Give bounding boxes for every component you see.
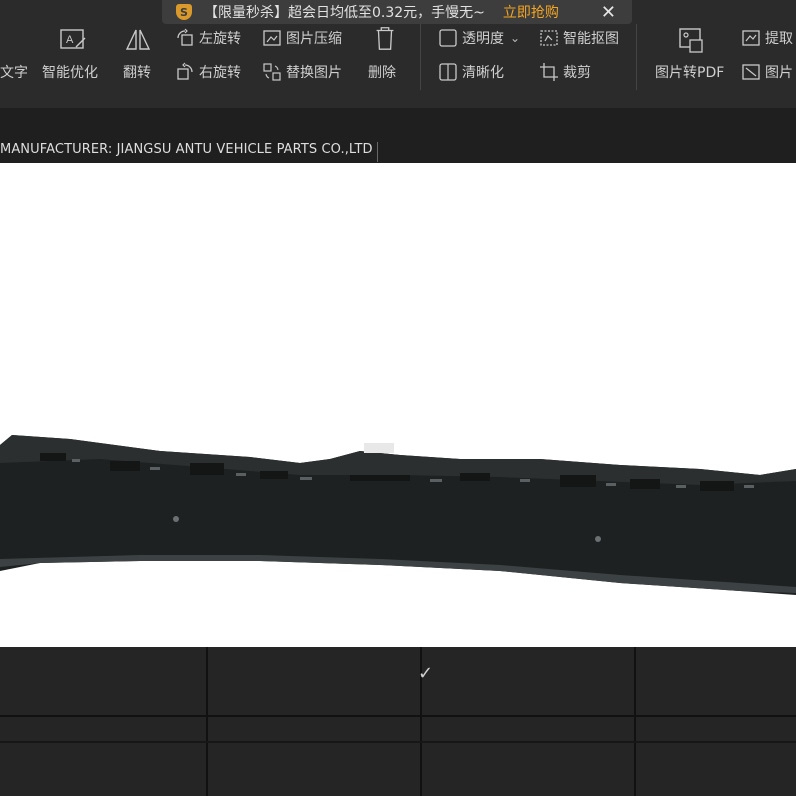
- transparency-dropdown[interactable]: 透明度 ⌄: [438, 28, 520, 48]
- image-pdf-icon: [679, 28, 703, 53]
- text-tool-label: 文字: [0, 65, 28, 81]
- promo-text: 【限量秒杀】超会日均低至0.32元，手慢无~: [204, 5, 485, 21]
- bumper-photo[interactable]: [0, 163, 796, 647]
- flip-icon: [125, 29, 151, 50]
- smart-optimize-tool[interactable]: A: [58, 26, 88, 54]
- rotate-left-button[interactable]: 左旋转: [175, 28, 241, 48]
- ai-text-icon: A: [60, 29, 86, 49]
- image-to-pdf-tool[interactable]: [676, 26, 706, 54]
- image-to-pdf-label: 图片转PDF: [655, 65, 725, 81]
- extract-icon: [741, 28, 761, 48]
- compress-icon: [262, 28, 282, 48]
- delete-button[interactable]: 删除: [368, 62, 396, 82]
- extract-label: 提取: [765, 31, 793, 47]
- document-area: MANUFACTURER: JIANGSU ANTU VEHICLE PARTS…: [0, 108, 796, 796]
- table-divider: [634, 647, 636, 796]
- shield-icon: S: [176, 4, 192, 20]
- chevron-down-icon: ⌄: [510, 31, 521, 45]
- smart-cutout-button[interactable]: 智能抠图: [539, 28, 619, 48]
- replace-image-label: 替换图片: [286, 65, 342, 81]
- trash-icon: [376, 27, 394, 50]
- text-tool-partial[interactable]: 文字: [0, 62, 28, 82]
- svg-text:A: A: [66, 34, 74, 46]
- smart-optimize-button[interactable]: 智能优化: [42, 62, 98, 82]
- crop-button[interactable]: 裁剪: [539, 62, 591, 82]
- clarity-icon: [438, 62, 458, 82]
- toolbar-divider: [636, 24, 637, 90]
- crop-icon: [539, 62, 559, 82]
- checkmark-icon: ✓: [418, 663, 434, 684]
- transparency-icon: [438, 28, 458, 48]
- rear-bumper-image: [0, 435, 796, 595]
- toolbar-divider: [420, 24, 421, 90]
- flip-label: 翻转: [123, 65, 151, 81]
- rotate-left-icon: [175, 28, 195, 48]
- compress-image-label: 图片压缩: [286, 31, 342, 47]
- image-tool-label: 图片: [765, 65, 793, 81]
- image-to-pdf-button[interactable]: 图片转PDF: [655, 62, 724, 82]
- clarity-button[interactable]: 清晰化: [438, 62, 504, 82]
- transparency-label: 透明度: [462, 31, 504, 47]
- rotate-right-label: 右旋转: [199, 65, 241, 81]
- manufacturer-text: MANUFACTURER: JIANGSU ANTU VEHICLE PARTS…: [0, 142, 378, 162]
- compress-image-button[interactable]: 图片压缩: [262, 28, 342, 48]
- clarity-label: 清晰化: [462, 65, 504, 81]
- extract-button[interactable]: 提取: [741, 28, 793, 48]
- flip-button[interactable]: 翻转: [123, 62, 151, 82]
- replace-image-button[interactable]: 替换图片: [262, 62, 342, 82]
- rotate-right-icon: [175, 62, 195, 82]
- delete-tool[interactable]: [370, 24, 400, 52]
- rotate-left-label: 左旋转: [199, 31, 241, 47]
- image-tool-partial[interactable]: 图片: [741, 62, 793, 82]
- replace-image-icon: [262, 62, 282, 82]
- table-divider: [206, 647, 208, 796]
- spec-table: ✓: [0, 647, 796, 796]
- flip-tool[interactable]: [123, 26, 153, 54]
- crop-label: 裁剪: [563, 65, 591, 81]
- close-icon[interactable]: ✕: [601, 2, 616, 23]
- smart-cutout-label: 智能抠图: [563, 31, 619, 47]
- app-window: A 左旋转 图片压缩 透明度 ⌄ 智能抠图 提取 文字 智能优化 翻转 右旋转 …: [0, 0, 796, 796]
- buy-now-link[interactable]: 立即抢购: [503, 2, 559, 22]
- promo-banner: S 【限量秒杀】超会日均低至0.32元，手慢无~ 立即抢购 ✕: [162, 0, 632, 24]
- rotate-right-button[interactable]: 右旋转: [175, 62, 241, 82]
- cutout-icon: [539, 28, 559, 48]
- table-divider: [0, 741, 796, 743]
- smart-optimize-label: 智能优化: [42, 65, 98, 81]
- image-edit-icon: [741, 62, 761, 82]
- delete-label: 删除: [368, 65, 396, 81]
- table-divider: [0, 715, 796, 717]
